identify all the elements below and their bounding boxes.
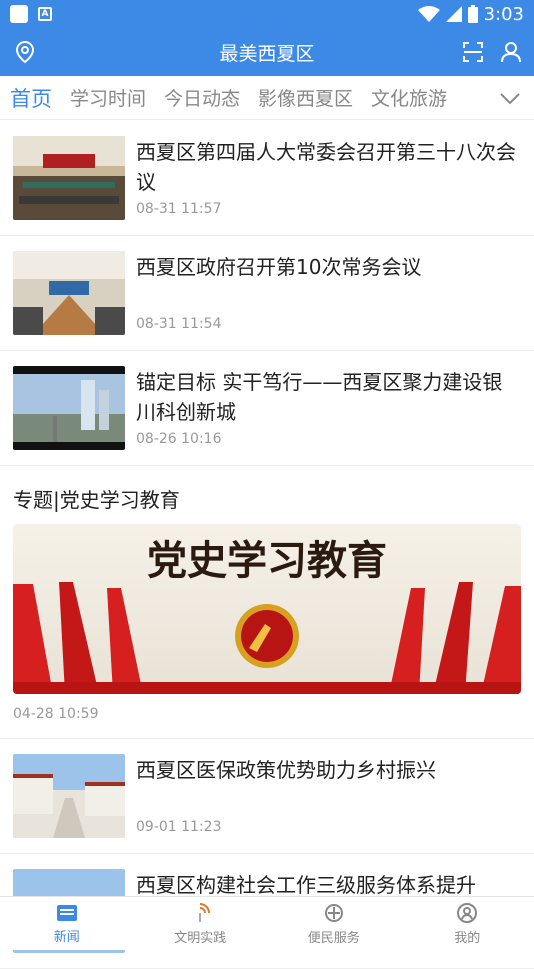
nav-label: 新闻 [54, 926, 80, 945]
news-title: 西夏区医保政策优势助力乡村振兴 [136, 755, 521, 785]
app-header: 最美西夏区 [0, 28, 534, 76]
battery-icon [468, 5, 478, 23]
bottom-nav: 新闻 文明实践 便民服务 我的 [0, 896, 534, 950]
news-thumbnail [13, 754, 125, 838]
special-topic[interactable]: 专题|党史学习教育 党史学习教 [0, 466, 534, 739]
news-time: 09-01 11:23 [136, 819, 221, 835]
news-item[interactable]: 西夏区医保政策优势助力乡村振兴 09-01 11:23 [0, 739, 534, 854]
special-time: 04-28 10:59 [13, 706, 98, 722]
category-tabs: 首页 学习时间 今日动态 影像西夏区 文化旅游 [0, 76, 534, 120]
news-thumbnail [13, 366, 125, 450]
page-title: 最美西夏区 [219, 39, 314, 66]
civilization-icon [189, 902, 211, 924]
news-title: 锚定目标 实干笃行——西夏区聚力建设银川科创新城 [136, 367, 521, 427]
nav-news[interactable]: 新闻 [0, 897, 134, 950]
tab-study-time[interactable]: 学习时间 [70, 84, 146, 111]
scan-icon[interactable] [462, 41, 484, 63]
tab-today-news[interactable]: 今日动态 [164, 84, 240, 111]
nav-label: 文明实践 [174, 927, 226, 946]
status-bar: A 3:03 [0, 0, 534, 28]
notification-icon [10, 5, 28, 23]
banner-text: 党史学习教育 [147, 537, 387, 584]
wifi-icon [418, 6, 440, 22]
news-title: 西夏区政府召开第10次常务会议 [136, 252, 521, 282]
nav-label: 便民服务 [308, 927, 360, 946]
service-icon [323, 902, 345, 924]
special-banner[interactable]: 党史学习教育 [13, 524, 521, 694]
user-icon[interactable] [500, 40, 522, 64]
location-icon[interactable] [14, 40, 36, 64]
tab-image-xixia[interactable]: 影像西夏区 [258, 84, 353, 111]
text-icon: A [38, 7, 52, 21]
news-thumbnail [13, 251, 125, 335]
nav-civilization[interactable]: 文明实践 [134, 897, 268, 950]
news-time: 08-26 10:16 [136, 431, 221, 447]
news-feed: 西夏区第四届人大常委会召开第三十八次会议 08-31 11:57 西夏区政府召开… [0, 121, 534, 969]
news-title: 西夏区第四届人大常委会召开第三十八次会议 [136, 137, 521, 197]
news-item[interactable]: 锚定目标 实干笃行——西夏区聚力建设银川科创新城 08-26 10:16 [0, 351, 534, 466]
special-title: 专题|党史学习教育 [13, 484, 180, 513]
news-item[interactable]: 西夏区政府召开第10次常务会议 08-31 11:54 [0, 236, 534, 351]
nav-profile[interactable]: 我的 [401, 897, 534, 950]
nav-service[interactable]: 便民服务 [267, 897, 401, 950]
news-time: 08-31 11:57 [136, 201, 221, 217]
news-time: 08-31 11:54 [136, 316, 221, 332]
nav-label: 我的 [454, 927, 480, 946]
status-time: 3:03 [484, 4, 524, 25]
signal-icon [446, 6, 462, 22]
chevron-down-icon[interactable] [498, 86, 522, 110]
profile-icon [456, 902, 478, 924]
tab-home[interactable]: 首页 [10, 83, 52, 113]
news-thumbnail [13, 136, 125, 220]
news-item[interactable]: 西夏区第四届人大常委会召开第三十八次会议 08-31 11:57 [0, 121, 534, 236]
tab-culture-travel[interactable]: 文化旅游 [371, 84, 447, 111]
news-icon [56, 903, 78, 923]
